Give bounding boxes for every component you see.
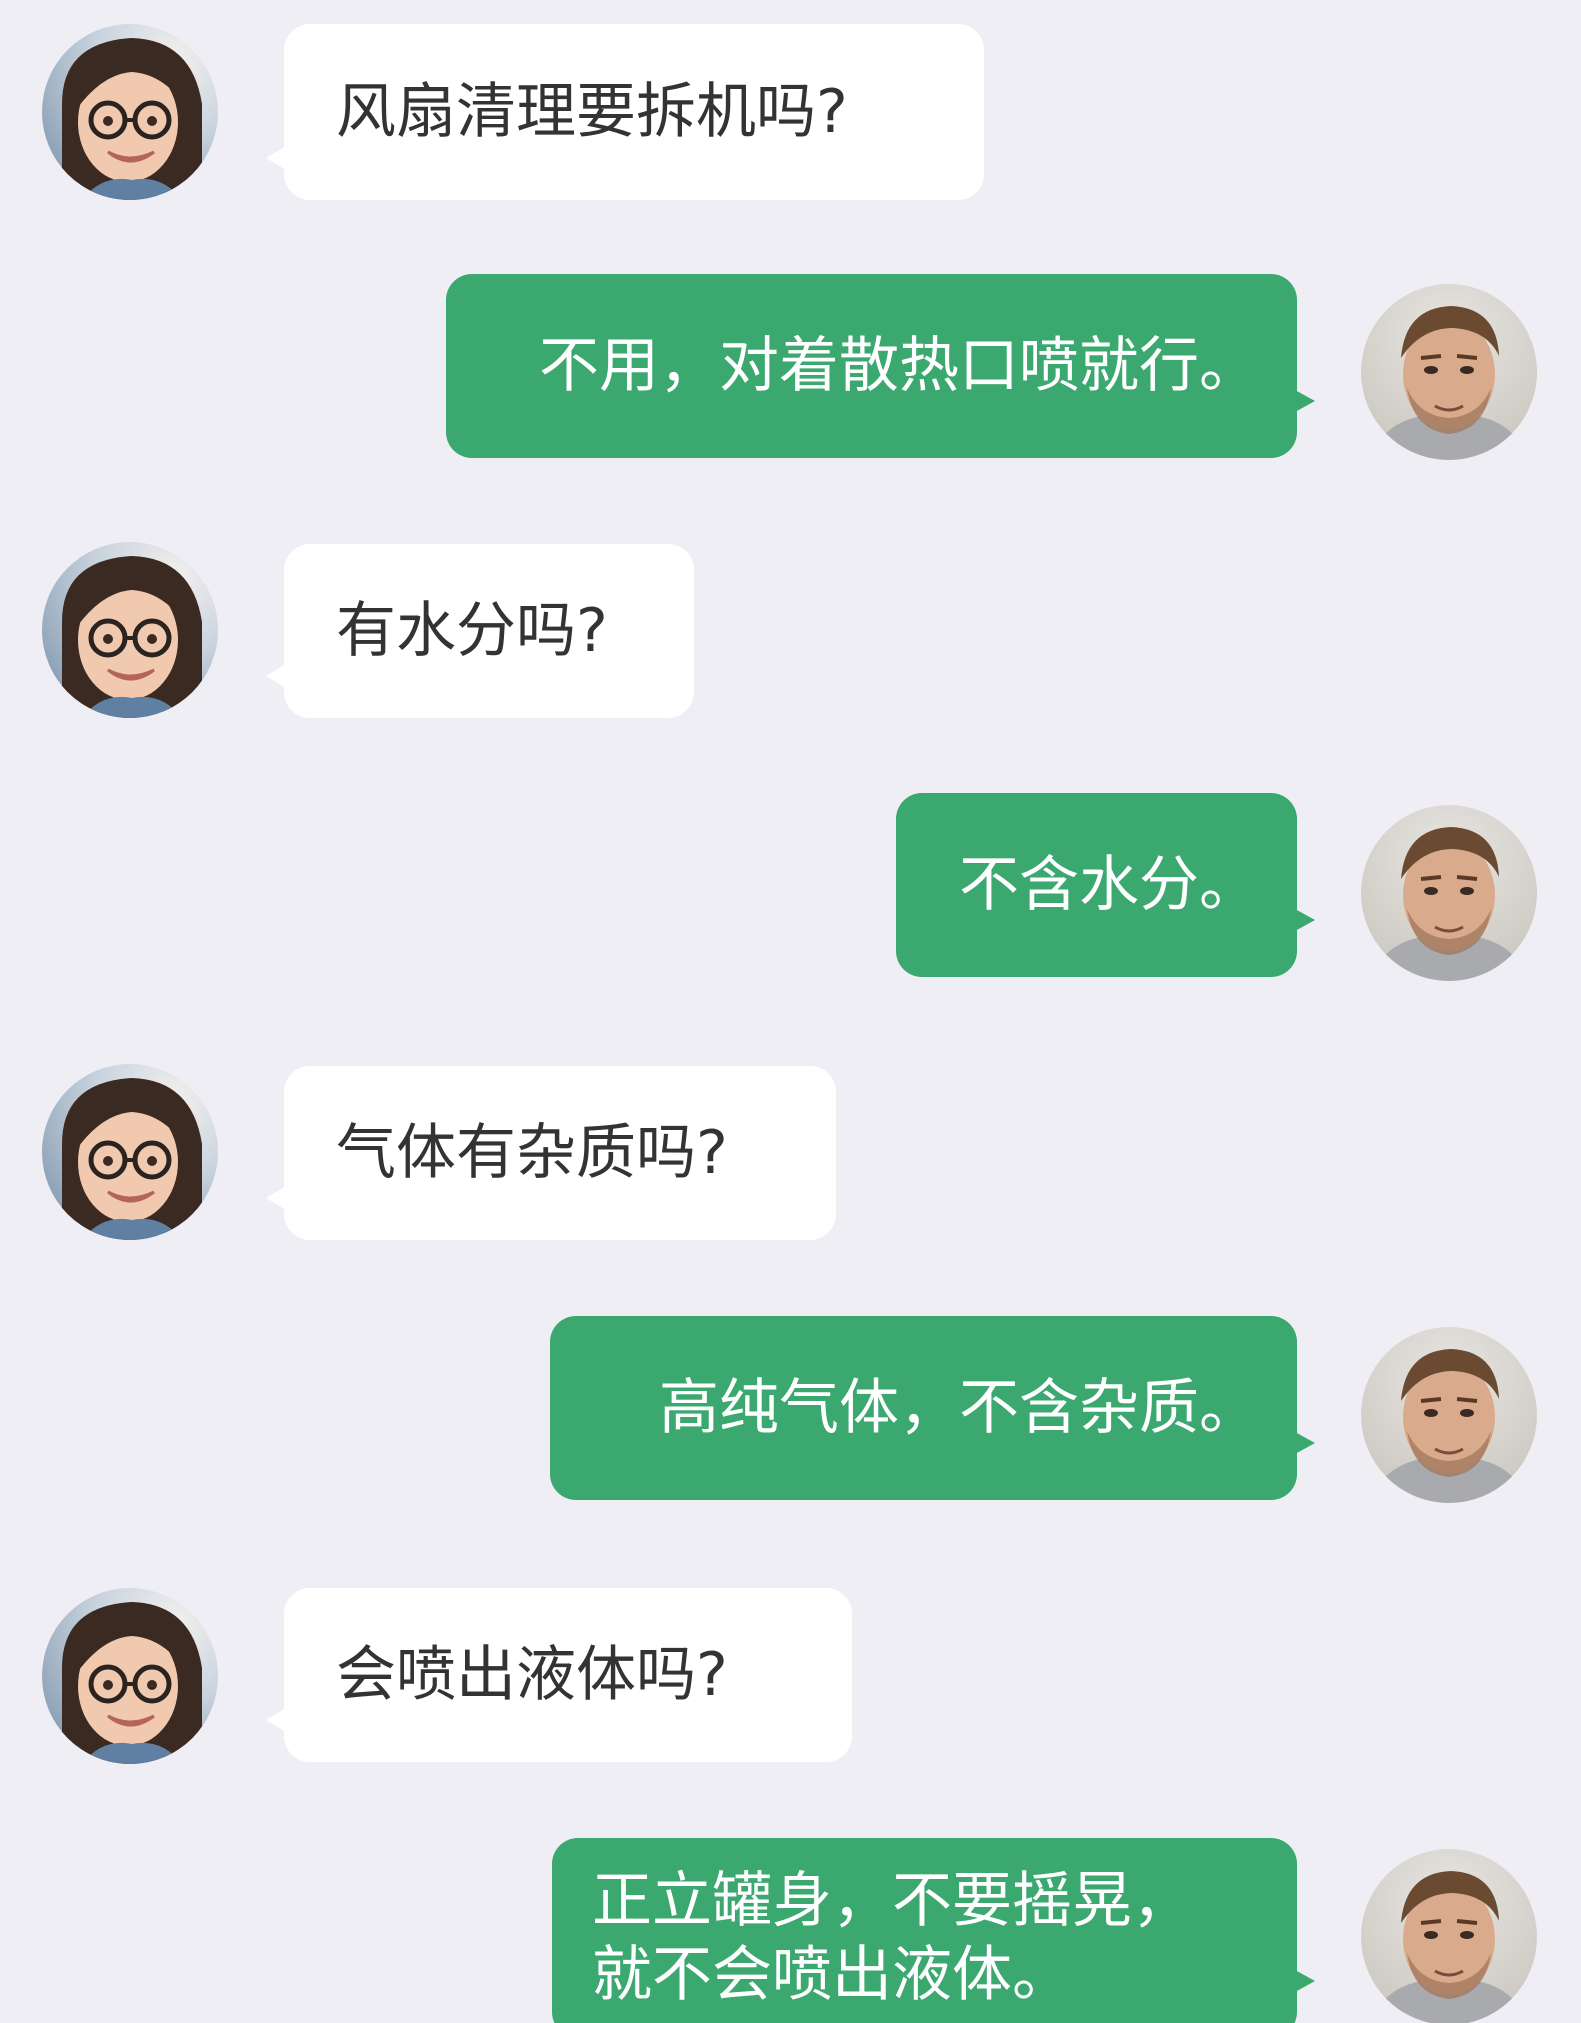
male-avatar-icon bbox=[1361, 284, 1537, 460]
chat-thread: 风扇清理要拆机吗? 不用，对着散热口喷就行。 有水分吗? 不含水分。 气体有杂质… bbox=[0, 0, 1581, 2023]
female-avatar-icon bbox=[42, 542, 218, 718]
customer-avatar[interactable] bbox=[42, 1588, 218, 1764]
message-text: 不含水分。 bbox=[959, 850, 1259, 920]
message-text: 气体有杂质吗? bbox=[336, 1118, 728, 1188]
customer-avatar[interactable] bbox=[42, 1064, 218, 1240]
message-bubble-incoming[interactable]: 风扇清理要拆机吗? bbox=[266, 24, 984, 200]
customer-avatar[interactable] bbox=[42, 542, 218, 718]
agent-avatar[interactable] bbox=[1361, 1327, 1537, 1503]
agent-avatar[interactable] bbox=[1361, 1849, 1537, 2023]
message-text: 有水分吗? bbox=[336, 596, 608, 666]
message-bubble-outgoing[interactable]: 不用，对着散热口喷就行。 bbox=[446, 274, 1315, 458]
message-bubble-outgoing[interactable]: 不含水分。 bbox=[896, 793, 1315, 977]
message-text: 高纯气体，不含杂质。 bbox=[659, 1373, 1259, 1443]
message-line: 正立罐身，不要摇晃， bbox=[592, 1866, 1192, 1936]
male-avatar-icon bbox=[1361, 805, 1537, 981]
message-bubble-incoming[interactable]: 有水分吗? bbox=[266, 544, 694, 718]
message-text: 风扇清理要拆机吗? bbox=[336, 77, 848, 147]
female-avatar-icon bbox=[42, 1588, 218, 1764]
message-bubble-incoming[interactable]: 气体有杂质吗? bbox=[266, 1066, 836, 1240]
agent-avatar[interactable] bbox=[1361, 805, 1537, 981]
message-text: 会喷出液体吗? bbox=[336, 1640, 728, 1710]
message-line: 就不会喷出液体。 bbox=[592, 1940, 1072, 2010]
male-avatar-icon bbox=[1361, 1327, 1537, 1503]
female-avatar-icon bbox=[42, 24, 218, 200]
customer-avatar[interactable] bbox=[42, 24, 218, 200]
message-text: 不用，对着散热口喷就行。 bbox=[539, 331, 1259, 401]
male-avatar-icon bbox=[1361, 1849, 1537, 2023]
message-bubble-incoming[interactable]: 会喷出液体吗? bbox=[266, 1588, 852, 1762]
message-bubble-outgoing[interactable]: 高纯气体，不含杂质。 bbox=[550, 1316, 1315, 1500]
agent-avatar[interactable] bbox=[1361, 284, 1537, 460]
message-bubble-outgoing[interactable]: 正立罐身，不要摇晃， 就不会喷出液体。 bbox=[552, 1838, 1315, 2023]
female-avatar-icon bbox=[42, 1064, 218, 1240]
